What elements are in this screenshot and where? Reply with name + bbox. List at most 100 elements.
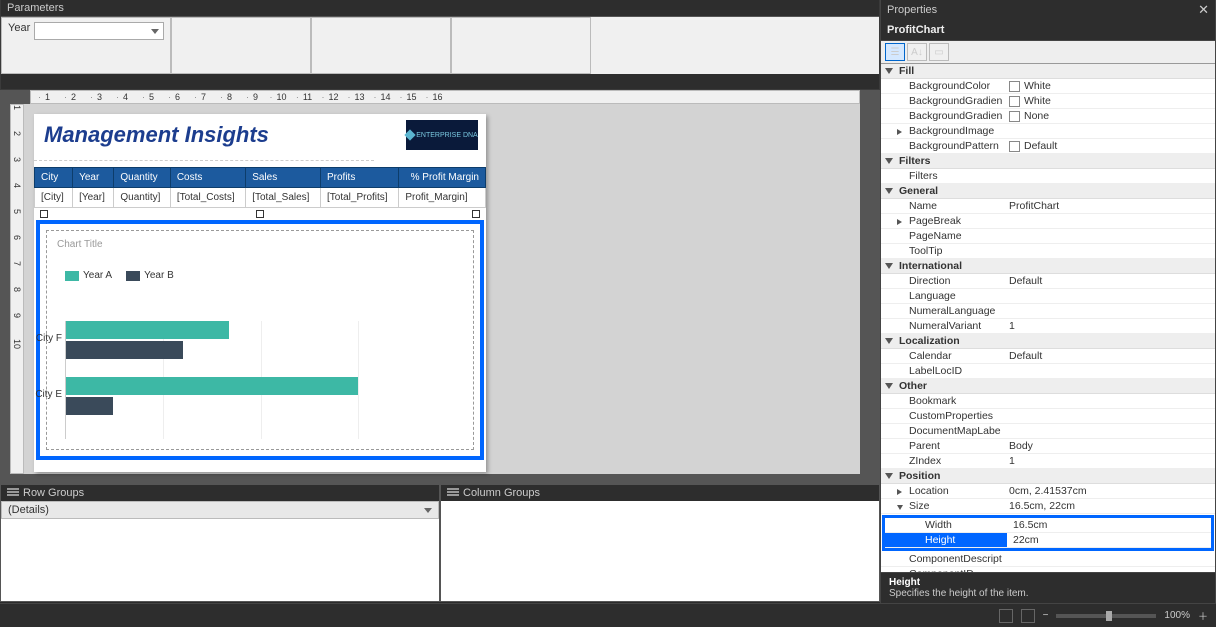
prop-bgimage: BackgroundImage <box>881 124 1003 138</box>
param-cell-empty[interactable] <box>311 17 451 74</box>
prop-location: Location <box>881 484 1003 498</box>
column-groups-panel: Column Groups <box>440 484 880 602</box>
col-quantity[interactable]: Quantity <box>114 168 170 188</box>
legend-swatch-a <box>65 271 79 281</box>
color-swatch[interactable] <box>1009 111 1020 122</box>
prop-language: Language <box>881 289 1003 303</box>
col-costs[interactable]: Costs <box>170 168 245 188</box>
prop-numvariant: NumeralVariant <box>881 319 1003 333</box>
statusbar-icon[interactable] <box>1021 609 1035 623</box>
field-quantity[interactable]: Quantity] <box>114 188 170 208</box>
color-swatch[interactable] <box>1009 141 1020 152</box>
prop-category-localization[interactable]: Localization <box>881 334 1215 349</box>
legend-swatch-b <box>126 271 140 281</box>
close-icon[interactable]: ✕ <box>1198 2 1209 18</box>
ruler-horizontal: 12345678910111213141516 <box>30 90 860 104</box>
param-label-year: Year <box>8 22 30 34</box>
prop-category-other[interactable]: Other <box>881 379 1215 394</box>
col-sales[interactable]: Sales <box>246 168 321 188</box>
resize-handle[interactable] <box>472 210 480 218</box>
param-cell-empty[interactable] <box>171 17 311 74</box>
logo[interactable]: ENTERPRISE DNA <box>406 120 478 150</box>
parameters-grid: Year <box>1 16 879 74</box>
field-city[interactable]: [City] <box>35 188 73 208</box>
prop-category-position[interactable]: Position <box>881 469 1215 484</box>
col-year[interactable]: Year <box>73 168 114 188</box>
prop-size: Size <box>881 499 1003 513</box>
row-groups-panel: Row Groups (Details) <box>0 484 440 602</box>
col-city[interactable]: City <box>35 168 73 188</box>
properties-grid[interactable]: Fill BackgroundColorWhite BackgroundGrad… <box>881 64 1215 572</box>
prop-filters: Filters <box>881 169 1003 183</box>
color-swatch[interactable] <box>1009 81 1020 92</box>
prop-pagebreak: PageBreak <box>881 214 1003 228</box>
bar-city-f-a <box>66 321 229 339</box>
prop-labellocid: LabelLocID <box>881 364 1003 378</box>
properties-toolbar: ☰ A↓ ▭ <box>881 41 1215 64</box>
color-swatch[interactable] <box>1009 96 1020 107</box>
row-groups-header: Row Groups <box>1 485 439 501</box>
alphabetical-button[interactable]: A↓ <box>907 43 927 61</box>
columns-icon <box>447 488 459 498</box>
prop-width: Width <box>885 518 1007 532</box>
parameters-title: Parameters <box>1 0 879 16</box>
property-description: Height Specifies the height of the item. <box>881 572 1215 603</box>
profit-chart-selection[interactable]: Chart Title Year A Year B City F City <box>36 220 484 460</box>
param-cell-year: Year <box>1 17 171 74</box>
prop-category-general[interactable]: General <box>881 184 1215 199</box>
rows-icon <box>7 488 19 498</box>
column-groups-header: Column Groups <box>441 485 879 501</box>
prop-pagename: PageName <box>881 229 1003 243</box>
prop-calendar: Calendar <box>881 349 1003 363</box>
size-highlight-box: Width16.5cm Height22cm <box>882 515 1214 551</box>
prop-category-international[interactable]: International <box>881 259 1215 274</box>
property-pages-button[interactable]: ▭ <box>929 43 949 61</box>
field-sales[interactable]: [Total_Sales] <box>246 188 321 208</box>
zoom-slider[interactable] <box>1056 614 1156 618</box>
design-canvas: 12345678910111213141516 12345678910 Mana… <box>0 90 880 484</box>
field-year[interactable]: [Year] <box>73 188 114 208</box>
prop-tooltip: ToolTip <box>881 244 1003 258</box>
chevron-down-icon[interactable] <box>424 508 432 513</box>
resize-handle[interactable] <box>40 210 48 218</box>
param-dropdown-year[interactable] <box>34 22 164 40</box>
chart-legend[interactable]: Year A Year B <box>47 258 473 285</box>
report-title[interactable]: Management Insights <box>34 114 374 161</box>
prop-docmaplabel: DocumentMapLabe <box>881 424 1003 438</box>
zoom-value: 100% <box>1164 610 1190 621</box>
properties-object-name[interactable]: ProfitChart <box>881 20 1215 41</box>
prop-category-filters[interactable]: Filters <box>881 154 1215 169</box>
col-profits[interactable]: Profits <box>321 168 399 188</box>
prop-parent: Parent <box>881 439 1003 453</box>
param-cell-empty[interactable] <box>451 17 591 74</box>
field-profits[interactable]: [Total_Profits] <box>321 188 399 208</box>
prop-category-fill[interactable]: Fill <box>881 64 1215 79</box>
field-margin[interactable]: Profit_Margin] <box>399 188 486 208</box>
selection-handles <box>40 210 480 220</box>
property-description-title: Height <box>889 577 1207 588</box>
prop-bookmark: Bookmark <box>881 394 1003 408</box>
parameters-panel: Parameters Year <box>0 0 880 90</box>
field-costs[interactable]: [Total_Costs] <box>170 188 245 208</box>
groups-area: Row Groups (Details) Column Groups <box>0 484 880 602</box>
prop-bgcolor: BackgroundColor <box>881 79 1003 93</box>
zoom-plus[interactable]: ＋ <box>1198 608 1208 623</box>
prop-customprops: CustomProperties <box>881 409 1003 423</box>
resize-handle[interactable] <box>256 210 264 218</box>
properties-panel: Properties ✕ ProfitChart ☰ A↓ ▭ Fill Bac… <box>880 0 1216 603</box>
col-margin[interactable]: % Profit Margin <box>399 168 486 188</box>
report-body[interactable]: Management Insights ENTERPRISE DNA City … <box>34 114 486 472</box>
prop-direction: Direction <box>881 274 1003 288</box>
bar-city-f-b <box>66 341 183 359</box>
prop-numlang: NumeralLanguage <box>881 304 1003 318</box>
details-group-row[interactable]: (Details) <box>1 501 439 519</box>
zoom-minus[interactable]: − <box>1043 610 1049 621</box>
report-table[interactable]: City Year Quantity Costs Sales Profits %… <box>34 167 486 208</box>
chart-plot-area[interactable]: City F City E <box>65 321 455 439</box>
status-bar: − 100% ＋ <box>0 603 1216 627</box>
categorized-button[interactable]: ☰ <box>885 43 905 61</box>
legend-item-b: Year B <box>126 270 174 281</box>
statusbar-icon[interactable] <box>999 609 1013 623</box>
chart-title[interactable]: Chart Title <box>47 231 473 258</box>
bar-city-e-a <box>66 377 358 395</box>
